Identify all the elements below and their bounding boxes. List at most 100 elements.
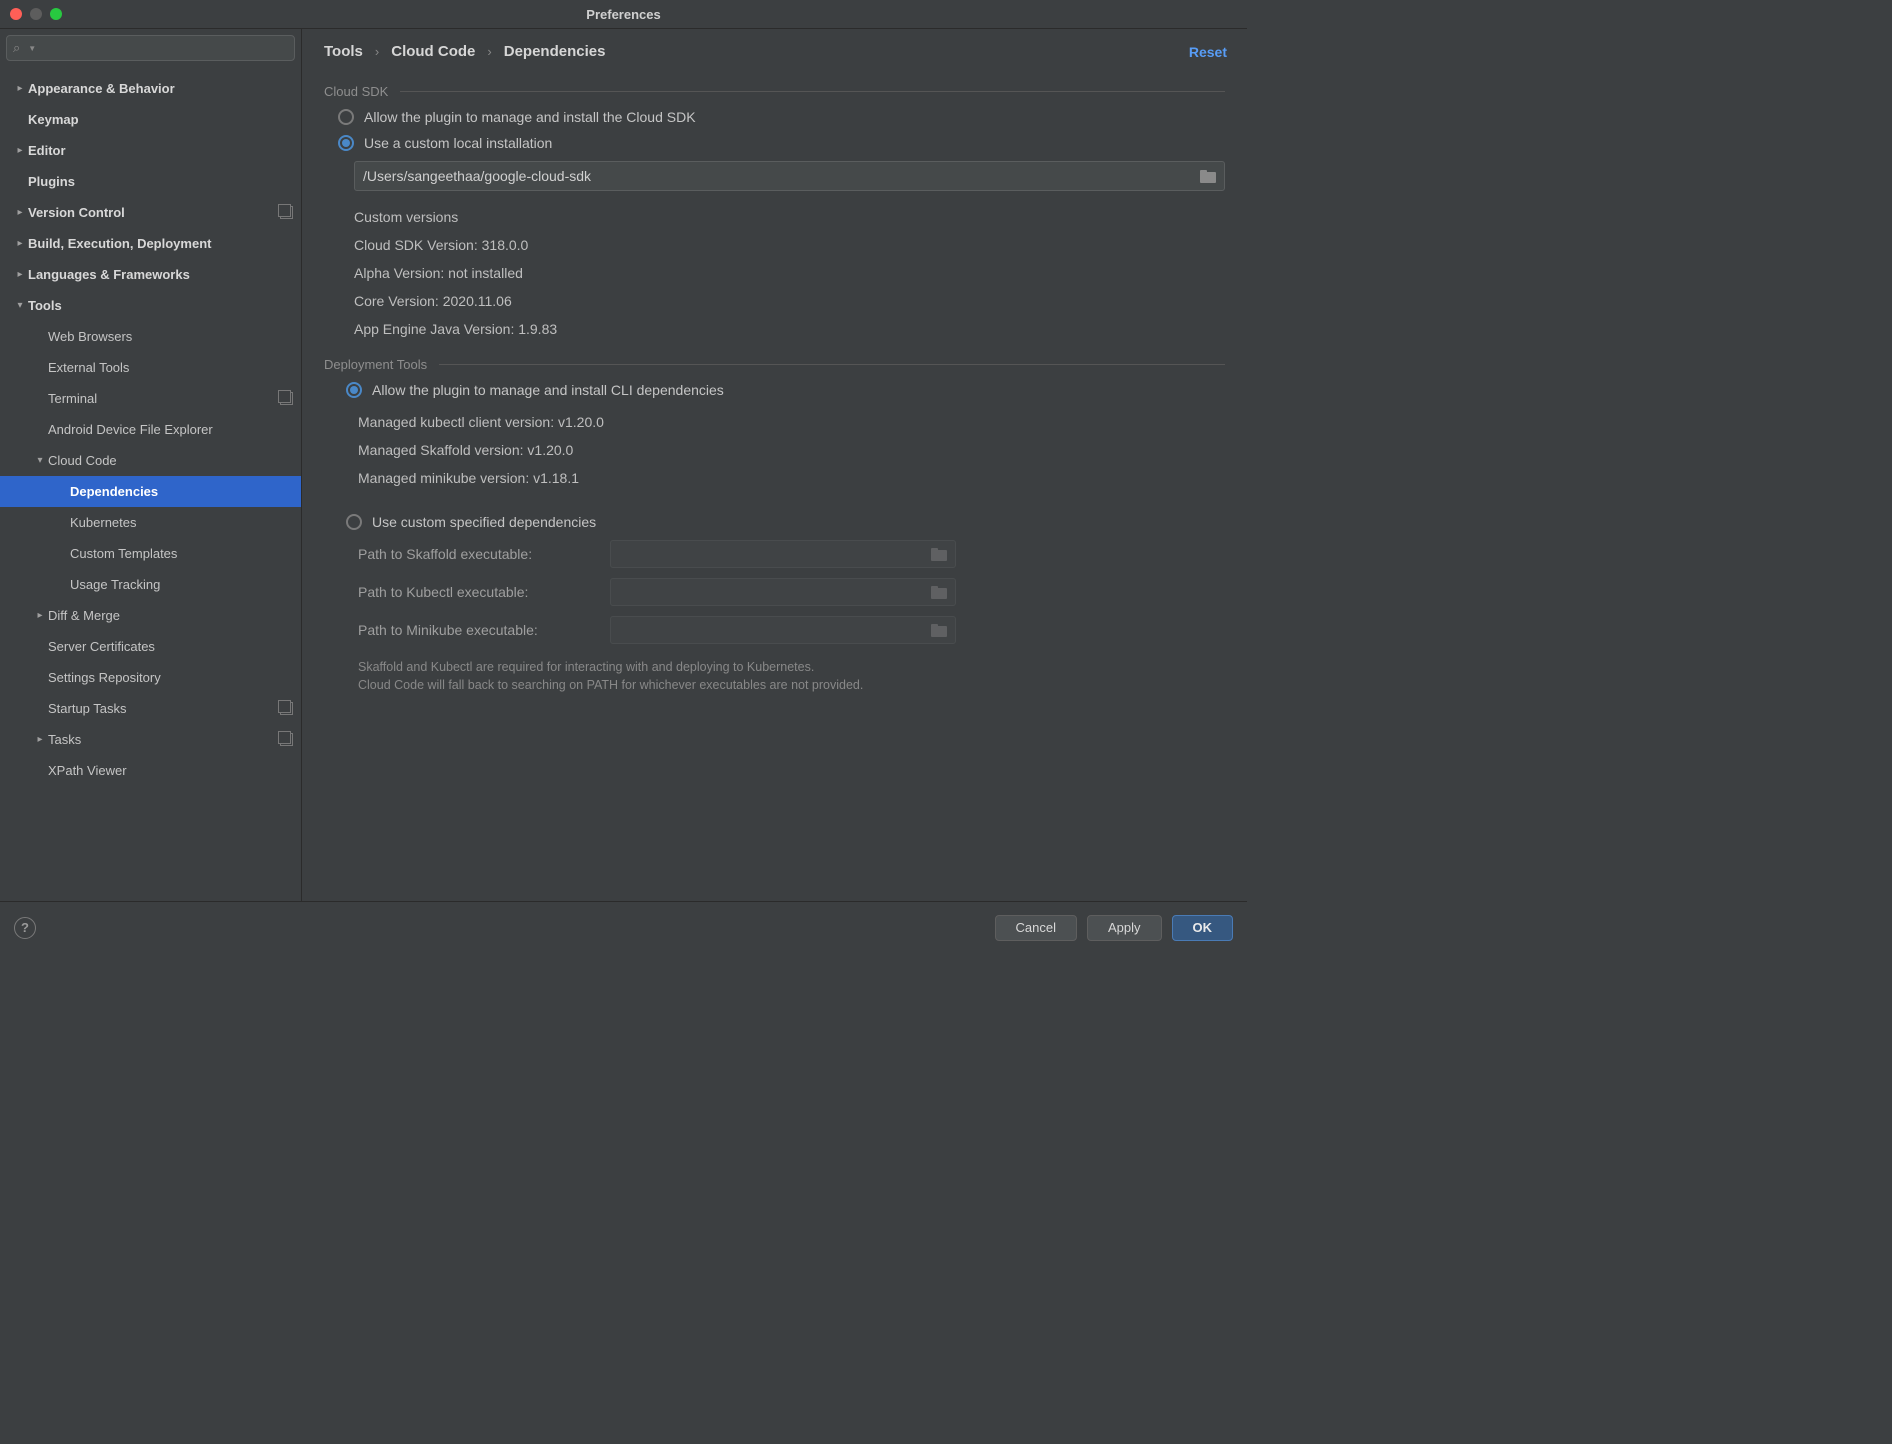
sidebar-item-label: Tasks <box>48 732 276 747</box>
crumb-cloud-code[interactable]: Cloud Code <box>391 43 475 60</box>
sidebar-item-label: Terminal <box>48 391 276 406</box>
chevron-right-icon[interactable]: ▸ <box>12 83 28 94</box>
version-line: Custom versions <box>354 203 1225 231</box>
ok-button[interactable]: OK <box>1172 915 1234 941</box>
radio-custom-deps[interactable]: Use custom specified dependencies <box>346 514 1225 530</box>
sidebar-item-custom-templates[interactable]: Custom Templates <box>0 538 301 569</box>
sidebar-item-dependencies[interactable]: Dependencies <box>0 476 301 507</box>
sidebar-item-tools[interactable]: ▾Tools <box>0 290 301 321</box>
sidebar-item-languages-frameworks[interactable]: ▸Languages & Frameworks <box>0 259 301 290</box>
sidebar-item-plugins[interactable]: Plugins <box>0 166 301 197</box>
sidebar-item-label: Keymap <box>28 112 293 127</box>
chevron-down-icon[interactable]: ▾ <box>32 455 48 466</box>
minikube-path-field[interactable] <box>610 616 956 644</box>
sidebar-item-diff-merge[interactable]: ▸Diff & Merge <box>0 600 301 631</box>
radio-icon <box>338 135 354 151</box>
sidebar-item-label: External Tools <box>48 360 293 375</box>
sidebar-item-startup-tasks[interactable]: Startup Tasks <box>0 693 301 724</box>
chevron-right-icon[interactable]: ▸ <box>12 238 28 249</box>
chevron-right-icon[interactable]: ▸ <box>32 734 48 745</box>
sidebar-item-label: Version Control <box>28 205 276 220</box>
chevron-right-icon[interactable]: ▸ <box>12 269 28 280</box>
chevron-right-icon: › <box>375 44 379 59</box>
reset-link[interactable]: Reset <box>1189 44 1227 60</box>
minikube-path-input[interactable] <box>619 622 931 638</box>
sdk-path-field[interactable] <box>354 161 1225 191</box>
radio-icon <box>346 514 362 530</box>
radio-label: Allow the plugin to manage and install t… <box>364 109 696 125</box>
window-close-button[interactable] <box>10 8 22 20</box>
sidebar-item-settings-repository[interactable]: Settings Repository <box>0 662 301 693</box>
section-deployment-tools-title: Deployment Tools <box>324 357 1225 372</box>
skaffold-path-input[interactable] <box>619 546 931 562</box>
folder-icon[interactable] <box>931 624 947 637</box>
radio-plugin-manage-sdk[interactable]: Allow the plugin to manage and install t… <box>338 109 1225 125</box>
cancel-button[interactable]: Cancel <box>995 915 1077 941</box>
folder-icon[interactable] <box>931 586 947 599</box>
folder-icon[interactable] <box>1200 170 1216 183</box>
sidebar-item-terminal[interactable]: Terminal <box>0 383 301 414</box>
sidebar-item-label: Dependencies <box>70 484 293 499</box>
radio-label: Allow the plugin to manage and install C… <box>372 382 724 398</box>
sidebar-item-editor[interactable]: ▸Editor <box>0 135 301 166</box>
version-line: Managed kubectl client version: v1.20.0 <box>358 408 1225 436</box>
chevron-right-icon[interactable]: ▸ <box>12 145 28 156</box>
folder-icon[interactable] <box>931 548 947 561</box>
kubectl-path-input[interactable] <box>619 584 931 600</box>
sidebar-item-web-browsers[interactable]: Web Browsers <box>0 321 301 352</box>
sidebar-item-label: Web Browsers <box>48 329 293 344</box>
sidebar-item-label: Server Certificates <box>48 639 293 654</box>
version-line: Managed Skaffold version: v1.20.0 <box>358 436 1225 464</box>
search-field[interactable]: ⌕ ▼ <box>6 35 295 61</box>
skaffold-path-field[interactable] <box>610 540 956 568</box>
chevron-right-icon: › <box>487 44 491 59</box>
sidebar-item-xpath-viewer[interactable]: XPath Viewer <box>0 755 301 786</box>
radio-custom-local-install[interactable]: Use a custom local installation <box>338 135 1225 151</box>
section-cloud-sdk-title: Cloud SDK <box>324 84 1225 99</box>
sidebar-item-appearance-behavior[interactable]: ▸Appearance & Behavior <box>0 73 301 104</box>
radio-label: Use a custom local installation <box>364 135 552 151</box>
sidebar-item-tasks[interactable]: ▸Tasks <box>0 724 301 755</box>
sidebar-item-label: Diff & Merge <box>48 608 293 623</box>
titlebar: Preferences <box>0 0 1247 28</box>
sidebar-item-cloud-code[interactable]: ▾Cloud Code <box>0 445 301 476</box>
sidebar-item-label: Settings Repository <box>48 670 293 685</box>
project-scope-icon <box>280 392 293 405</box>
radio-manage-cli-deps[interactable]: Allow the plugin to manage and install C… <box>346 382 1225 398</box>
sidebar-item-server-certificates[interactable]: Server Certificates <box>0 631 301 662</box>
crumb-tools[interactable]: Tools <box>324 43 363 60</box>
dep-label: Path to Skaffold executable: <box>358 546 588 562</box>
sidebar-item-label: Build, Execution, Deployment <box>28 236 293 251</box>
minikube-path-row: Path to Minikube executable: <box>358 616 1225 644</box>
version-line: Alpha Version: not installed <box>354 259 1225 287</box>
skaffold-path-row: Path to Skaffold executable: <box>358 540 1225 568</box>
kubectl-path-field[interactable] <box>610 578 956 606</box>
apply-button[interactable]: Apply <box>1087 915 1162 941</box>
chevron-down-icon[interactable]: ▼ <box>28 44 36 53</box>
sidebar-item-version-control[interactable]: ▸Version Control <box>0 197 301 228</box>
help-button[interactable]: ? <box>14 917 36 939</box>
sidebar-item-keymap[interactable]: Keymap <box>0 104 301 135</box>
sidebar-item-usage-tracking[interactable]: Usage Tracking <box>0 569 301 600</box>
version-line: Managed minikube version: v1.18.1 <box>358 464 1225 492</box>
window-minimize-button[interactable] <box>30 8 42 20</box>
chevron-right-icon[interactable]: ▸ <box>32 610 48 621</box>
window-title: Preferences <box>586 7 660 22</box>
breadcrumb: Tools › Cloud Code › Dependencies Reset <box>302 29 1247 70</box>
sidebar-item-android-device-file-explorer[interactable]: Android Device File Explorer <box>0 414 301 445</box>
sidebar-item-build-execution-deployment[interactable]: ▸Build, Execution, Deployment <box>0 228 301 259</box>
sidebar-item-label: Android Device File Explorer <box>48 422 293 437</box>
sidebar-item-kubernetes[interactable]: Kubernetes <box>0 507 301 538</box>
version-line: App Engine Java Version: 1.9.83 <box>354 315 1225 343</box>
chevron-down-icon[interactable]: ▾ <box>12 300 28 311</box>
sdk-path-input[interactable] <box>363 168 1200 184</box>
search-input[interactable] <box>42 41 288 56</box>
sidebar-item-external-tools[interactable]: External Tools <box>0 352 301 383</box>
search-icon: ⌕ <box>13 40 20 56</box>
window-maximize-button[interactable] <box>50 8 62 20</box>
deployment-note: Skaffold and Kubectl are required for in… <box>358 658 1225 694</box>
project-scope-icon <box>280 733 293 746</box>
chevron-right-icon[interactable]: ▸ <box>12 207 28 218</box>
sidebar-item-label: Kubernetes <box>70 515 293 530</box>
radio-icon <box>338 109 354 125</box>
